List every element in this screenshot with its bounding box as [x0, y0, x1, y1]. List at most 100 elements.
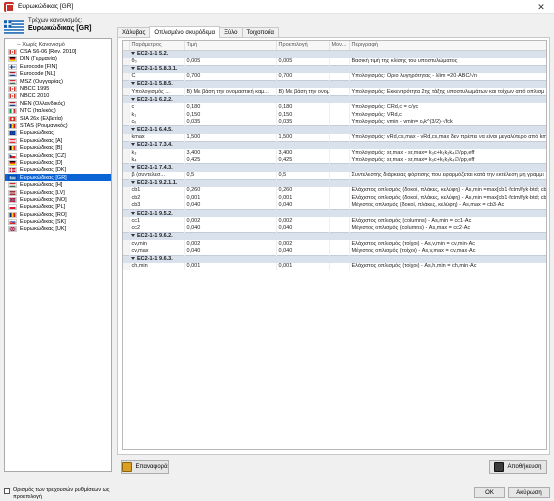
grid-data-row[interactable]: cc1 0,002 0,002 Ελάχιστος οπλισμός (columns…	[123, 217, 546, 225]
group-row-cell[interactable]: EC2-1-1 5.8.3.1.	[129, 64, 546, 73]
grid-group-row[interactable]: EC2-1-1 5.8.3.1.	[123, 64, 546, 73]
close-button[interactable]: ✕	[528, 0, 554, 14]
value-cell[interactable]: 0,700	[184, 72, 277, 81]
default-settings-checkbox[interactable]	[4, 487, 10, 494]
tab-1[interactable]: Οπλισμένο σκυρόδεμα	[149, 26, 221, 38]
regulation-item[interactable]: Ευρωκώδικας [LV]	[5, 189, 111, 196]
regulation-item[interactable]: Eurocode [FIN]	[5, 63, 111, 70]
group-row-cell[interactable]: EC2-1-1 7.4.3.	[129, 163, 546, 172]
grid-data-row[interactable]: cb1 0,260 0,260 Ελάχιστος οπλισμός (δοκοί, …	[123, 186, 546, 195]
collapse-triangle-icon[interactable]	[131, 234, 135, 238]
group-row-cell[interactable]: EC2-1-1 9.2.1.1.	[129, 178, 546, 187]
grid-header-value[interactable]: Τιμή	[184, 41, 277, 51]
default-settings-option[interactable]: Ορισμός των τρεχουσών ρυθμίσεων ως προεπ…	[4, 487, 114, 500]
group-row-cell[interactable]: EC2-1-1 6.2.2.	[129, 95, 546, 104]
group-row-cell[interactable]: EC2-1-1 5.8.5.	[129, 79, 546, 88]
grid-data-row[interactable]: k₄ 0,425 0,425 Υπολογισμός: sr,max - sr,max…	[123, 156, 546, 164]
grid-data-row[interactable]: β (συντελεσ... 0,5 0,5 Συντελεστής διάρκεια…	[123, 171, 546, 180]
grid-data-row[interactable]: cv,min 0,002 0,002 Ελάχιστος οπλισμός (τοίχ…	[123, 239, 546, 248]
regulation-item[interactable]: DIN (Γερμανία)	[5, 56, 111, 63]
grid-header-default[interactable]: Προεπιλογή	[276, 41, 330, 51]
value-cell[interactable]: B) Με βάση την ονομαστική καμ...	[184, 87, 277, 96]
regulation-item[interactable]: CSA S6-06 [Rev. 2010]	[5, 48, 111, 56]
value-cell[interactable]: 0,002	[184, 239, 277, 248]
regulation-item[interactable]: Ευρωκώδικας [GR]	[5, 174, 111, 182]
grid-data-row[interactable]: ch,min 0,001 0,001 Ελάχιστος οπλισμός (τοίχ…	[123, 262, 546, 271]
grid-group-row[interactable]: EC2-1-1 7.3.4.	[123, 140, 546, 149]
regulation-item[interactable]: Eurocode [NL]	[5, 71, 111, 78]
value-cell[interactable]: 0,035	[184, 118, 277, 126]
value-cell[interactable]: 3,400	[184, 148, 277, 157]
value-cell[interactable]: 0,5	[184, 171, 277, 180]
regulation-item[interactable]: Ευρωκώδικας [PL]	[5, 204, 111, 211]
value-cell[interactable]: 0,001	[184, 194, 277, 202]
grid-data-row[interactable]: cᵥ 0,035 0,035 Υπολογισμός: vmin - vmin= cᵥ…	[123, 118, 546, 126]
grid-group-row[interactable]: EC2-1-1 9.6.2.	[123, 231, 546, 240]
regulation-list[interactable]: -- Χωρίς Κανονισμό CSA S6-06 [Rev. 2010] D…	[4, 38, 112, 472]
grid-data-row[interactable]: cb3 0,040 0,040 Μέγιστος οπλισμός (δοκοί, π…	[123, 201, 546, 210]
value-cell[interactable]: 0,002	[184, 217, 277, 225]
collapse-triangle-icon[interactable]	[131, 128, 135, 132]
collapse-triangle-icon[interactable]	[131, 97, 135, 101]
collapse-triangle-icon[interactable]	[131, 181, 135, 185]
grid-group-row[interactable]: EC2-1-1 5.2.	[123, 49, 546, 58]
value-cell[interactable]: 0,005	[184, 57, 277, 66]
collapse-triangle-icon[interactable]	[131, 211, 135, 215]
collapse-triangle-icon[interactable]	[131, 257, 135, 261]
value-cell[interactable]: 0,040	[184, 247, 277, 256]
group-row-cell[interactable]: EC2-1-1 9.5.2.	[129, 208, 546, 218]
regulation-item[interactable]: Ευρωκώδικας [SK]	[5, 218, 111, 226]
regulation-item[interactable]: Ευρωκώδικας [CZ]	[5, 152, 111, 159]
ok-button[interactable]: OK	[474, 487, 505, 498]
group-row-cell[interactable]: EC2-1-1 9.6.3.	[129, 254, 546, 263]
parameter-grid[interactable]: Παράμετρος Τιμή Προεπιλογή Μον... Περιγρ…	[122, 40, 547, 450]
regulation-item[interactable]: Ευρωκώδικας [NO]	[5, 196, 111, 203]
value-cell[interactable]: 1,500	[184, 133, 277, 142]
grid-data-row[interactable]: C 0,700 0,700 Υπολογισμός: Οριο λυγηρότητας…	[123, 72, 546, 81]
regulation-item[interactable]: Ευρωκώδικας [RO]	[5, 211, 111, 218]
grid-data-row[interactable]: cb2 0,001 0,001 Ελάχιστος οπλισμός (δοκοί, …	[123, 194, 546, 202]
regulation-item[interactable]: SIA 26x (Ελβετία)	[5, 115, 111, 122]
regulation-item[interactable]: Ευρωκώδικας [A]	[5, 137, 111, 144]
regulation-item[interactable]: NTC (Ιταλικός)	[5, 108, 111, 115]
grid-data-row[interactable]: θ₀ 0,005 0,005 Βασική τιμή της κλίσης του υ…	[123, 57, 546, 66]
grid-header-parameter[interactable]: Παράμετρος	[129, 41, 185, 51]
regulation-item[interactable]: Ευρωκώδικας [UK]	[5, 226, 111, 233]
group-row-cell[interactable]: EC2-1-1 7.3.4.	[129, 140, 546, 149]
value-cell[interactable]: 0,150	[184, 110, 277, 119]
grid-group-row[interactable]: EC2-1-1 6.2.2.	[123, 95, 546, 104]
regulation-item[interactable]: NBCC 2010	[5, 93, 111, 100]
regulation-item[interactable]: -- Χωρίς Κανονισμό	[5, 41, 111, 48]
value-cell[interactable]: 0,001	[184, 262, 277, 271]
regulation-item[interactable]: NEN (Ολλανδικός)	[5, 100, 111, 107]
grid-header-unit[interactable]: Μον...	[329, 41, 350, 51]
regulation-item[interactable]: Ευρωκώδικας [B]	[5, 144, 111, 152]
cancel-button[interactable]: Ακύρωση	[508, 487, 550, 498]
value-cell[interactable]: 0,425	[184, 156, 277, 164]
collapse-triangle-icon[interactable]	[131, 143, 135, 147]
grid-data-row[interactable]: cv,max 0,040 0,040 Μέγιστος οπλισμός (τοίχο…	[123, 247, 546, 256]
grid-group-row[interactable]: EC2-1-1 5.8.5.	[123, 79, 546, 88]
value-cell[interactable]: 0,040	[184, 201, 277, 210]
regulation-item[interactable]: NBCC 1995	[5, 85, 111, 93]
grid-header-description[interactable]: Περιγραφή	[349, 41, 546, 51]
regulation-item[interactable]: Ευρωκώδικας	[5, 130, 111, 137]
grid-data-row[interactable]: k₃ 3,400 3,400 Υπολογισμός: sr,max - sr,max…	[123, 148, 546, 157]
grid-data-row[interactable]: k₁ 0,150 0,150 Υπολογισμός: VRd,c	[123, 110, 546, 119]
grid-data-row[interactable]: Υπολογισμός ... B) Με βάση την ονομαστική…	[123, 87, 546, 96]
collapse-triangle-icon[interactable]	[131, 67, 135, 71]
regulation-item[interactable]: Ευρωκώδικας [D]	[5, 159, 111, 166]
group-row-cell[interactable]: EC2-1-1 6.4.5.	[129, 125, 546, 134]
collapse-triangle-icon[interactable]	[131, 166, 135, 169]
grid-data-row[interactable]: cc2 0,040 0,040 Μέγιστος οπλισμός (columns)…	[123, 224, 546, 233]
value-cell[interactable]: 0,040	[184, 224, 277, 233]
grid-group-row[interactable]: EC2-1-1 9.5.2.	[123, 208, 546, 218]
grid-group-row[interactable]: EC2-1-1 7.4.3.	[123, 163, 546, 172]
group-row-cell[interactable]: EC2-1-1 5.2.	[129, 49, 546, 58]
regulation-item[interactable]: Ευρωκώδικας [DK]	[5, 167, 111, 174]
value-cell[interactable]: 0,180	[184, 103, 277, 111]
save-button[interactable]: Αποθήκευση	[489, 460, 547, 474]
regulation-item[interactable]: STAS (Ρουμανικός)	[5, 122, 111, 129]
collapse-triangle-icon[interactable]	[131, 82, 135, 86]
grid-data-row[interactable]: c 0,180 0,180 Υπολογισμός: CRd,c = c/γc	[123, 103, 546, 111]
